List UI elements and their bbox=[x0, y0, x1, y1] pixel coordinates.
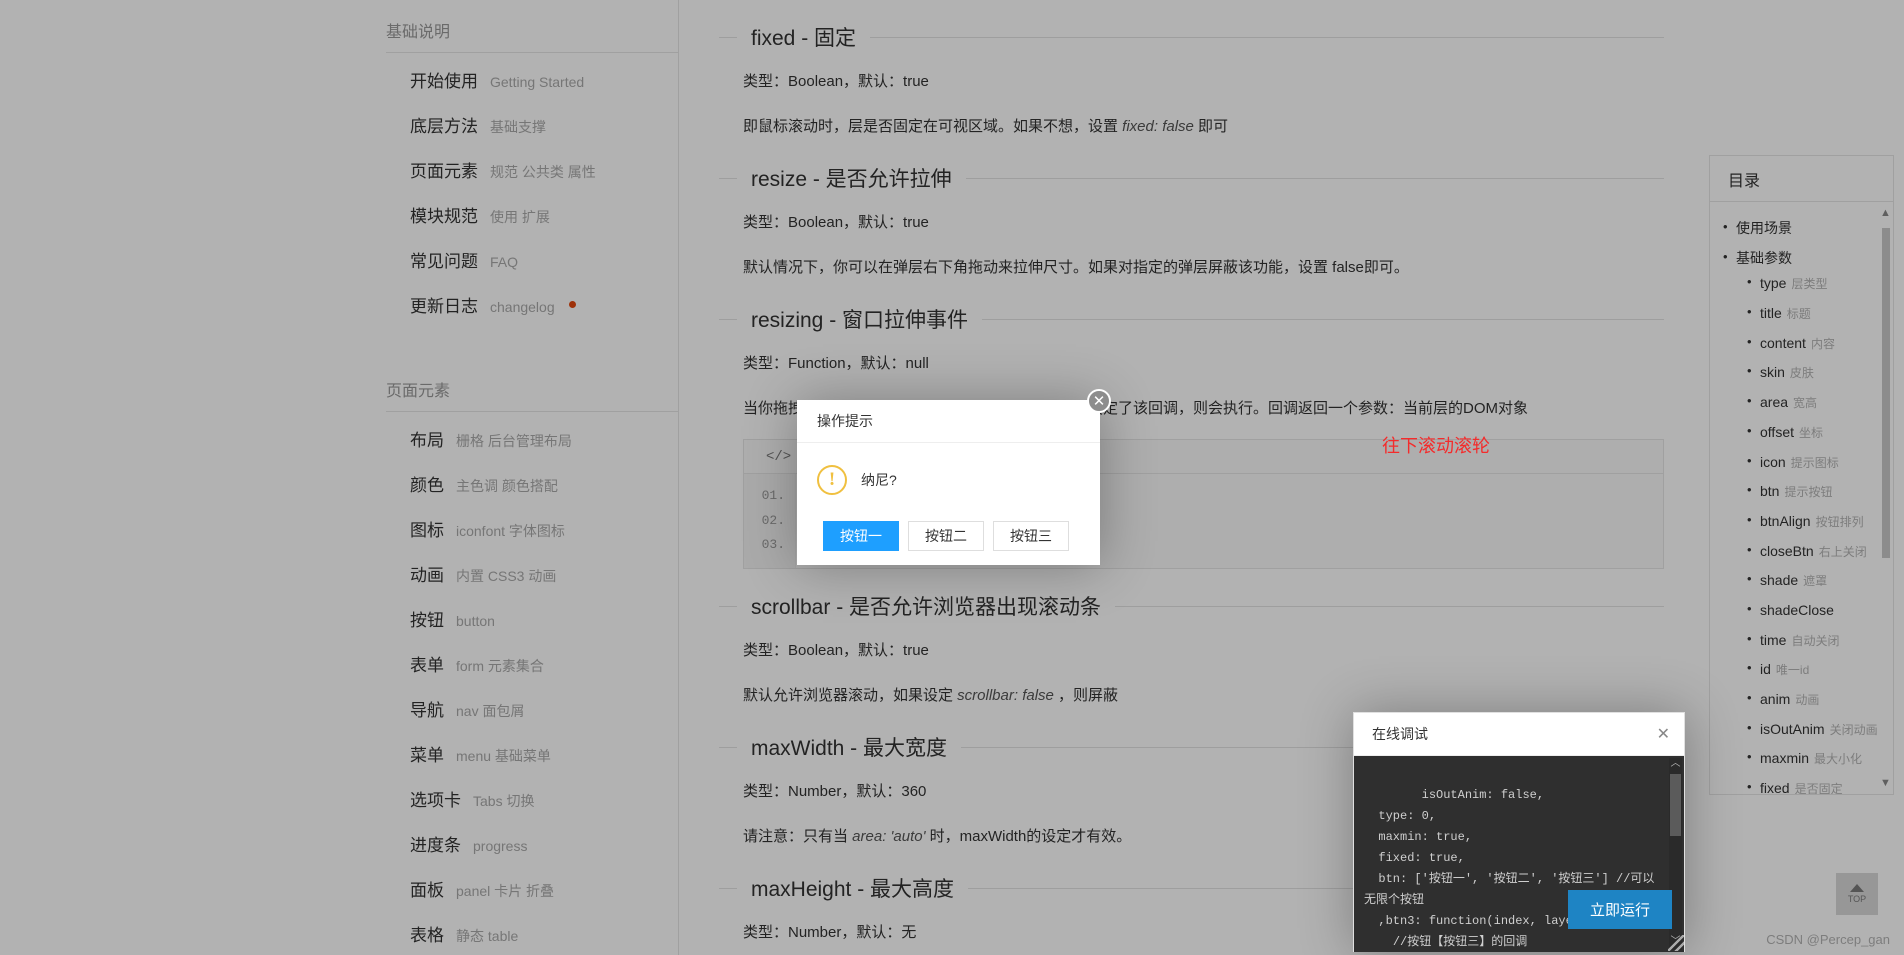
close-icon[interactable]: ✕ bbox=[1657, 713, 1670, 756]
debug-panel-header: 在线调试 ✕ bbox=[1354, 713, 1684, 756]
online-debug-panel: 在线调试 ✕ isOutAnim: false, type: 0, maxmin… bbox=[1353, 712, 1685, 952]
watermark: CSDN @Percep_gan bbox=[1766, 932, 1890, 947]
debug-panel-title: 在线调试 bbox=[1372, 726, 1428, 742]
close-icon[interactable]: ✕ bbox=[1087, 389, 1111, 413]
resize-grip-icon[interactable] bbox=[1668, 935, 1684, 951]
modal-message: 纳尼? bbox=[861, 472, 897, 488]
confirm-modal: 操作提示 ! 纳尼? 按钮一 按钮二 按钮三 ✕ bbox=[797, 389, 1111, 565]
debug-scroll-up-icon[interactable]: ︿ bbox=[1669, 758, 1682, 772]
modal-button-1[interactable]: 按钮一 bbox=[823, 521, 899, 551]
modal-button-row: 按钮一 按钮二 按钮三 bbox=[797, 521, 1100, 565]
run-now-button[interactable]: 立即运行 bbox=[1567, 890, 1672, 929]
modal-content: ! 纳尼? bbox=[797, 443, 1100, 495]
scroll-annotation-text: 往下滚动滚轮 bbox=[1382, 436, 1490, 456]
modal-button-2[interactable]: 按钮二 bbox=[908, 521, 984, 551]
debug-scrollbar-thumb[interactable] bbox=[1670, 774, 1681, 836]
modal-button-3[interactable]: 按钮三 bbox=[993, 521, 1069, 551]
page-root: 基础说明 开始使用 Getting Started 底层方法 基础支撑 页面元素 规范 公… bbox=[0, 0, 1904, 955]
warning-icon: ! bbox=[817, 465, 847, 495]
modal-title: 操作提示 bbox=[797, 400, 1100, 443]
